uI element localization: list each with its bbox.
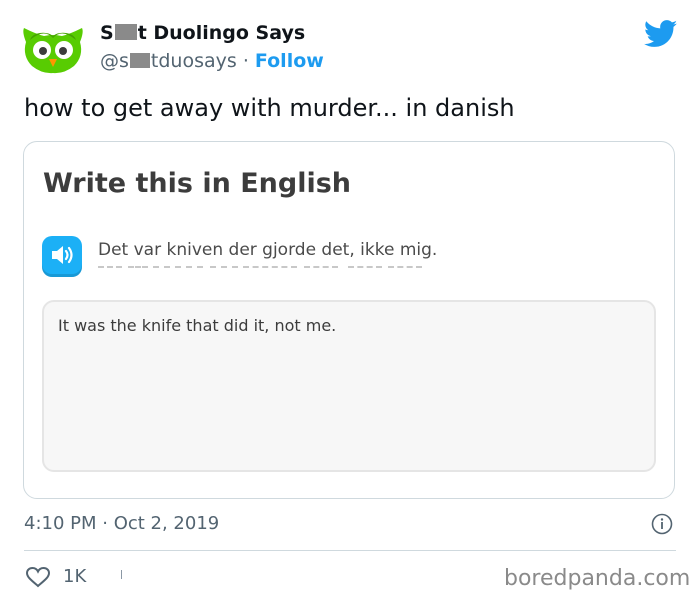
follow-link[interactable]: Follow (255, 50, 324, 72)
watermark: boredpanda.com (504, 566, 691, 591)
account-handle-start[interactable]: @s (100, 50, 129, 72)
handle-separator: · (242, 50, 249, 72)
account-name-end: t Duolingo Says (137, 22, 306, 44)
answer-textarea[interactable]: It was the knife that did it, not me. (42, 300, 656, 472)
danish-phrase[interactable]: Det var kniven der gjorde det, ikke mig. (98, 240, 437, 260)
account-name[interactable]: St Duolingo Says (100, 22, 305, 44)
divider (24, 550, 676, 551)
speaker-icon[interactable] (42, 236, 82, 274)
account-handle-row: @s tduosays · Follow (100, 50, 324, 72)
tweet-timestamp[interactable]: 4:10 PM · Oct 2, 2019 (24, 513, 219, 534)
tweet-text: how to get away with murder... in danish (24, 94, 515, 122)
heart-icon[interactable] (25, 566, 51, 588)
censor-block (129, 53, 150, 68)
answer-text: It was the knife that did it, not me. (58, 316, 337, 335)
duolingo-screenshot-card[interactable]: Write this in English Det var kniven der… (23, 141, 675, 499)
tweet-header: St Duolingo Says @s tduosays · Follow (22, 20, 682, 80)
exercise-title: Write this in English (43, 168, 352, 199)
separator-mark (121, 570, 122, 579)
account-handle-end[interactable]: tduosays (151, 50, 237, 72)
twitter-bird-icon[interactable] (644, 20, 678, 48)
censor-block (114, 24, 137, 40)
duolingo-owl-avatar-icon[interactable] (22, 26, 84, 74)
info-icon[interactable] (651, 513, 673, 535)
like-count: 1K (63, 566, 87, 587)
account-name-start: S (100, 22, 114, 44)
